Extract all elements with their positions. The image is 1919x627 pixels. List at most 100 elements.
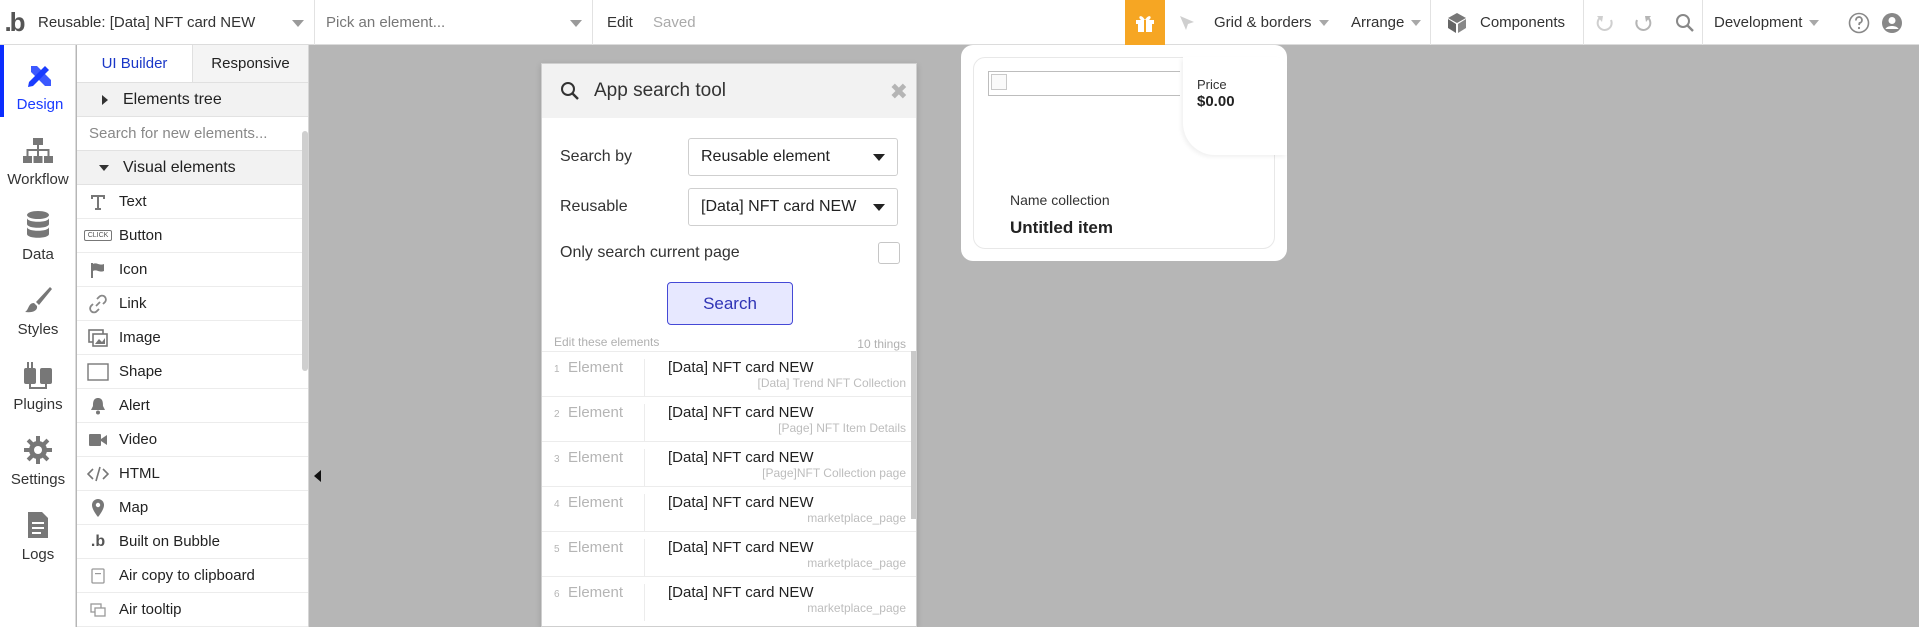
search-icon [1676,13,1694,32]
result-source: [Page]NFT Collection page [762,466,906,480]
result-row[interactable]: 3 Element [Data] NFT card NEW [Page]NFT … [542,441,916,486]
account-button[interactable] [1878,0,1906,45]
bubble-logo[interactable]: .b [0,0,30,45]
result-value: [Data] NFT card NEW [668,359,814,376]
item-name[interactable]: Untitled item [1010,218,1113,238]
results-scrollbar[interactable] [911,351,916,519]
element-alert-label: Alert [119,397,150,414]
chevron-down-icon [1809,19,1820,26]
nav-design-label: Design [16,96,64,113]
edit-menu-button[interactable]: Edit [607,0,633,45]
nav-workflow-label: Workflow [7,171,69,188]
nav-workflow[interactable]: Workflow [0,120,76,192]
tab-ui-builder[interactable]: UI Builder [77,45,193,82]
save-status: Saved [653,14,696,31]
help-button[interactable] [1845,0,1873,45]
ui-builder-panel: UI Builder Responsive Elements tree Sear… [77,45,309,627]
collection-name[interactable]: Name collection [1010,192,1110,208]
text-icon [77,193,119,211]
element-text-label: Text [119,193,147,210]
reusable-row: Reusable [Data] NFT card NEW [560,188,900,226]
element-link[interactable]: Link [77,287,308,321]
result-index: 5 [554,544,560,555]
button-icon: CLICK [77,230,119,241]
visual-elements-toggle[interactable]: Visual elements [77,151,308,185]
element-button[interactable]: CLICK Button [77,219,308,253]
clipboard-icon [77,567,119,584]
result-type: Element [567,359,645,396]
element-image-label: Image [119,329,161,346]
nav-settings-label: Settings [10,471,66,488]
search-results-list: 1 Element [Data] NFT card NEW [Data] Tre… [542,351,916,621]
pick-element-dropdown[interactable]: Pick an element... [316,0,593,45]
result-value: [Data] NFT card NEW [668,494,814,511]
element-shape-label: Shape [119,363,163,380]
panel-scrollbar[interactable] [302,131,308,371]
nav-plugins[interactable]: Plugins [0,345,76,417]
button-icon-text: CLICK [83,230,113,241]
search-button[interactable]: Search [667,282,793,325]
element-air-copy-to-clipboard[interactable]: Air copy to clipboard [77,559,308,593]
selection-mode-button[interactable] [1172,0,1202,45]
search-tool-title: App search tool [594,80,727,101]
nav-logs[interactable]: Logs [0,495,76,567]
nft-card-reusable[interactable]: Name collection Untitled item Price $0.0… [961,45,1287,261]
grid-borders-menu[interactable]: Grid & borders [1214,0,1329,45]
chevron-down-icon [873,154,885,161]
result-value: [Data] NFT card NEW [668,449,814,466]
search-button[interactable] [1669,0,1701,45]
edit-these-elements-link[interactable]: Edit these elements [554,335,659,349]
element-icon[interactable]: Icon [77,253,308,287]
result-row[interactable]: 5 Element [Data] NFT card NEW marketplac… [542,531,916,576]
redo-button[interactable] [1628,0,1658,45]
main-left-nav: Design Workflow Data Styles Plugins Sett… [0,45,76,627]
gift-icon [1136,15,1154,32]
result-value: [Data] NFT card NEW [668,404,814,421]
arrange-menu[interactable]: Arrange [1351,0,1422,45]
tab-responsive[interactable]: Responsive [193,45,308,82]
close-icon[interactable]: ✖ [890,79,908,105]
elements-tree-toggle[interactable]: Elements tree [77,83,308,117]
nav-settings[interactable]: Settings [0,420,76,492]
price-box[interactable]: Price $0.00 [1183,57,1287,155]
cursor-icon [1180,15,1194,30]
result-index: 4 [554,499,560,510]
element-shape[interactable]: Shape [77,355,308,389]
nav-data[interactable]: Data [0,195,76,267]
help-icon [1848,12,1870,33]
collapse-panel-icon[interactable] [314,470,321,482]
element-built-on-bubble[interactable]: .b Built on Bubble [77,525,308,559]
element-map-label: Map [119,499,149,516]
elements-tree-label: Elements tree [123,90,222,108]
element-air-tooltip[interactable]: Air tooltip [77,593,308,627]
result-row[interactable]: 6 Element [Data] NFT card NEW marketplac… [542,576,916,621]
nav-styles[interactable]: Styles [0,270,76,342]
environment-dropdown[interactable]: Development [1714,0,1820,45]
result-source: [Data] Trend NFT Collection [757,376,906,390]
element-text[interactable]: Text [77,185,308,219]
result-row[interactable]: 4 Element [Data] NFT card NEW marketplac… [542,486,916,531]
panel-tabs: UI Builder Responsive [77,45,308,83]
document-icon [28,512,48,538]
nav-design[interactable]: Design [0,45,76,117]
element-html[interactable]: HTML [77,457,308,491]
nft-image-placeholder[interactable] [988,71,1180,96]
components-button[interactable]: Components [1446,0,1565,45]
element-map[interactable]: Map [77,491,308,525]
search-elements-input[interactable]: Search for new elements... [77,117,308,151]
caret-right-icon [102,95,108,105]
only-current-page-checkbox[interactable] [878,242,900,264]
reusable-dropdown[interactable]: [Data] NFT card NEW [688,188,898,226]
element-image[interactable]: Image [77,321,308,355]
undo-button[interactable] [1590,0,1620,45]
result-row[interactable]: 2 Element [Data] NFT card NEW [Page] NFT… [542,396,916,441]
result-index: 2 [554,409,560,420]
gift-button[interactable] [1125,0,1165,45]
search-by-dropdown[interactable]: Reusable element [688,138,898,176]
element-video[interactable]: Video [77,423,308,457]
reusable-selector-dropdown[interactable]: Reusable: [Data] NFT card NEW [30,0,315,45]
element-alert[interactable]: Alert [77,389,308,423]
tooltip-icon [77,602,119,617]
code-icon [77,466,119,482]
result-row[interactable]: 1 Element [Data] NFT card NEW [Data] Tre… [542,351,916,396]
